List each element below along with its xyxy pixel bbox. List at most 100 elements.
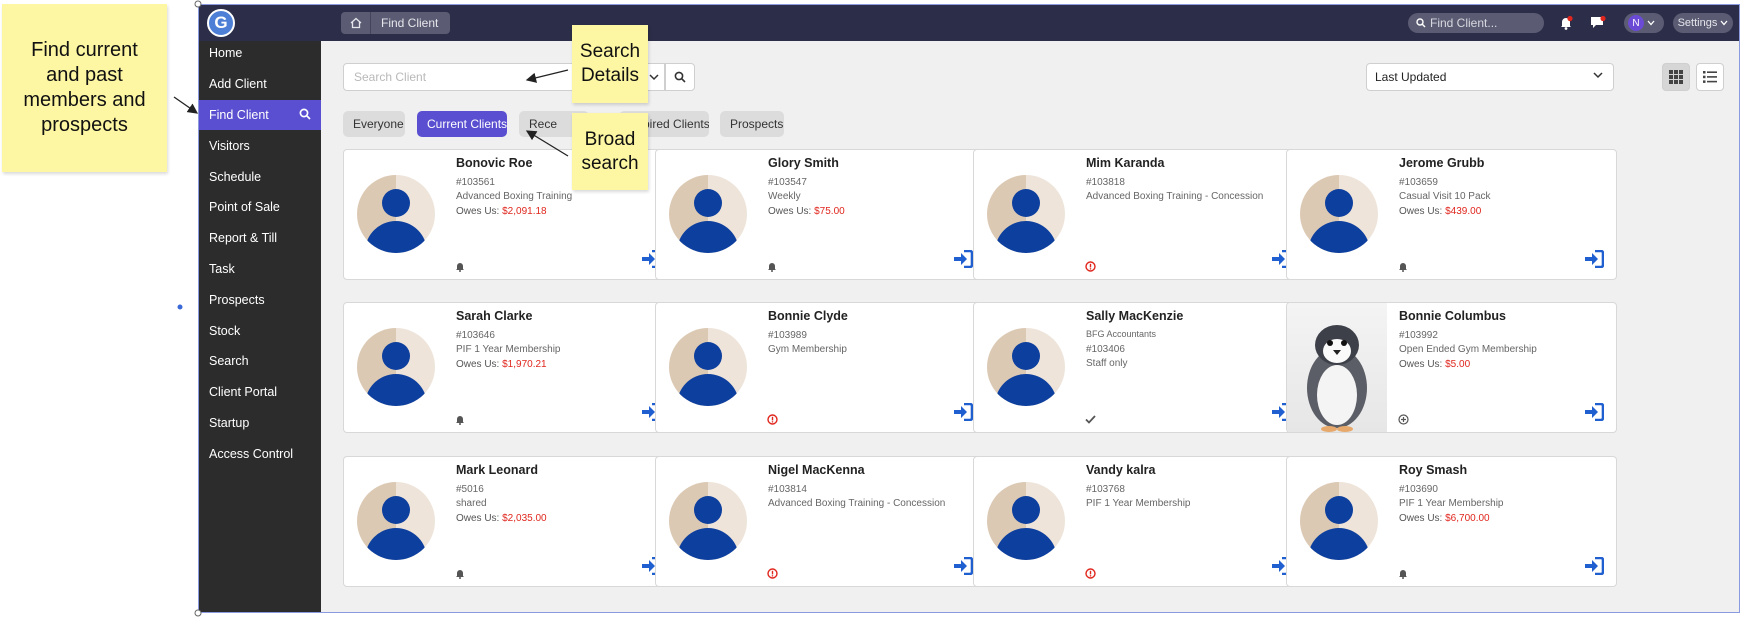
sticky-note-broad: Broad search — [572, 113, 648, 190]
client-card[interactable]: Bonnie Clyde #103989 Gym Membership — [655, 302, 986, 433]
grid-view-button[interactable] — [1662, 63, 1690, 91]
client-card[interactable]: Mim Karanda #103818 Advanced Boxing Traini… — [973, 149, 1304, 280]
client-card[interactable]: Jerome Grubb #103659 Casual Visit 10 Pack O… — [1286, 149, 1617, 280]
sidebar-item-label: Schedule — [209, 169, 262, 184]
client-name[interactable]: Mark Leonard — [456, 463, 538, 477]
client-card[interactable]: Mark Leonard #5016 shared Owes Us: $2,035.0… — [343, 456, 674, 587]
avatar — [357, 328, 435, 406]
sidebar-item-point-of-sale[interactable]: Point of Sale — [199, 192, 321, 223]
open-client-icon[interactable] — [953, 249, 974, 269]
open-client-icon[interactable] — [1584, 249, 1605, 269]
messages-icon[interactable] — [1588, 13, 1608, 33]
avatar — [987, 175, 1065, 253]
client-id: #103768 — [1086, 484, 1125, 495]
bell-icon — [454, 260, 466, 272]
client-card[interactable]: Bonnie Columbus #103992 Open Ended Gym Mem… — [1286, 302, 1617, 433]
client-name[interactable]: Bonovic Roe — [456, 156, 532, 170]
client-card[interactable]: Sally MacKenzie BFG Accountants #103406 Sta… — [973, 302, 1304, 433]
client-name[interactable]: Sarah Clarke — [456, 309, 532, 323]
bell-icon[interactable] — [1556, 13, 1576, 33]
tab-everyone[interactable]: Everyone — [343, 111, 405, 137]
sidebar-item-access-control[interactable]: Access Control — [199, 438, 321, 469]
chevron-down-icon — [648, 73, 659, 80]
alert-icon — [766, 413, 778, 425]
chevron-down-icon — [1593, 72, 1603, 79]
owes-amount: $1,970.21 — [502, 359, 547, 370]
owes-label: Owes Us: — [768, 206, 812, 217]
client-name[interactable]: Bonnie Clyde — [768, 309, 848, 323]
client-id: #103814 — [768, 484, 807, 495]
app-logo[interactable]: G — [207, 9, 235, 37]
client-name[interactable]: Roy Smash — [1399, 463, 1467, 477]
global-search-placeholder: Find Client... — [1430, 16, 1498, 30]
list-view-button[interactable] — [1696, 63, 1724, 91]
sidebar-item-label: Point of Sale — [209, 200, 280, 215]
client-plan: Advanced Boxing Training — [456, 191, 573, 202]
search-icon — [674, 71, 686, 83]
top-bar: G Find Client Find Client... N Settings — [199, 5, 1739, 41]
breadcrumb-current[interactable]: Find Client — [371, 16, 450, 30]
tab-prospects[interactable]: Prospects — [720, 111, 784, 137]
client-owes: Owes Us: $2,035.00 — [456, 513, 547, 524]
open-client-icon[interactable] — [953, 556, 974, 576]
sidebar-item-startup[interactable]: Startup — [199, 408, 321, 439]
sidebar-item-stock[interactable]: Stock — [199, 315, 321, 346]
sidebar-item-task[interactable]: Task — [199, 254, 321, 285]
client-card[interactable]: Roy Smash #103690 PIF 1 Year Membership Owe… — [1286, 456, 1617, 587]
settings-menu[interactable]: Settings — [1673, 13, 1733, 33]
client-name[interactable]: Bonnie Columbus — [1399, 309, 1506, 323]
main-content: Search Client Last Updated Everyone Curre… — [321, 41, 1739, 612]
client-card[interactable]: Vandy kalra #103768 PIF 1 Year Membership — [973, 456, 1304, 587]
client-id: #103406 — [1086, 344, 1125, 355]
sidebar-item-find-client[interactable]: Find Client — [199, 99, 321, 131]
sidebar-item-report-till[interactable]: Report & Till — [199, 223, 321, 254]
sort-select[interactable]: Last Updated — [1366, 63, 1614, 91]
avatar — [987, 328, 1065, 406]
client-name[interactable]: Jerome Grubb — [1399, 156, 1484, 170]
sidebar-item-visitors[interactable]: Visitors — [199, 130, 321, 161]
alert-icon — [1084, 567, 1096, 579]
sidebar-item-client-portal[interactable]: Client Portal — [199, 377, 321, 408]
sidebar-item-prospects[interactable]: Prospects — [199, 284, 321, 315]
sticky-note-text: Find current and past members and prospe… — [23, 39, 146, 136]
home-icon[interactable] — [341, 12, 371, 34]
global-search-input[interactable]: Find Client... — [1408, 13, 1544, 33]
owes-amount: $439.00 — [1445, 206, 1482, 217]
tab-current-clients[interactable]: Current Clients — [417, 111, 507, 137]
sidebar-item-schedule[interactable]: Schedule — [199, 161, 321, 192]
avatar — [1300, 482, 1378, 560]
client-card[interactable]: Glory Smith #103547 Weekly Owes Us: $75.00 — [655, 149, 986, 280]
client-name[interactable]: Vandy kalra — [1086, 463, 1156, 477]
sidebar-item-label: Report & Till — [209, 231, 278, 246]
user-menu[interactable]: N — [1624, 13, 1664, 33]
check-icon — [1084, 413, 1096, 425]
client-id: #103992 — [1399, 330, 1438, 341]
sidebar-item-label: Client Portal — [209, 385, 278, 400]
sidebar-item-label: Home — [209, 46, 243, 61]
client-plan: PIF 1 Year Membership — [1399, 498, 1504, 509]
sidebar-item-label: Prospects — [209, 292, 265, 307]
client-card[interactable]: Nigel MacKenna #103814 Advanced Boxing Tra… — [655, 456, 986, 587]
open-client-icon[interactable] — [1584, 556, 1605, 576]
bell-icon — [1397, 567, 1409, 579]
sidebar-item-add-client[interactable]: Add Client — [199, 69, 321, 100]
client-search-placeholder: Search Client — [354, 70, 427, 84]
client-card[interactable]: Sarah Clarke #103646 PIF 1 Year Membership… — [343, 302, 674, 433]
avatar: N — [1628, 15, 1644, 31]
sidebar-item-label: Add Client — [209, 77, 267, 92]
open-client-icon[interactable] — [1584, 402, 1605, 422]
client-name[interactable]: Nigel MacKenna — [768, 463, 865, 477]
client-owes: Owes Us: $1,970.21 — [456, 359, 547, 370]
sidebar-item-search[interactable]: Search — [199, 346, 321, 377]
search-button[interactable] — [665, 63, 695, 91]
open-client-icon[interactable] — [953, 402, 974, 422]
client-name[interactable]: Mim Karanda — [1086, 156, 1165, 170]
client-id: #103646 — [456, 330, 495, 341]
client-plan: shared — [456, 498, 487, 509]
client-name[interactable]: Glory Smith — [768, 156, 839, 170]
logo-letter: G — [214, 13, 228, 32]
sticky-note-text: Search Details — [579, 41, 641, 86]
client-name[interactable]: Sally MacKenzie — [1086, 309, 1183, 323]
client-plan: Open Ended Gym Membership — [1399, 344, 1537, 355]
sidebar-item-home[interactable]: Home — [199, 38, 321, 69]
